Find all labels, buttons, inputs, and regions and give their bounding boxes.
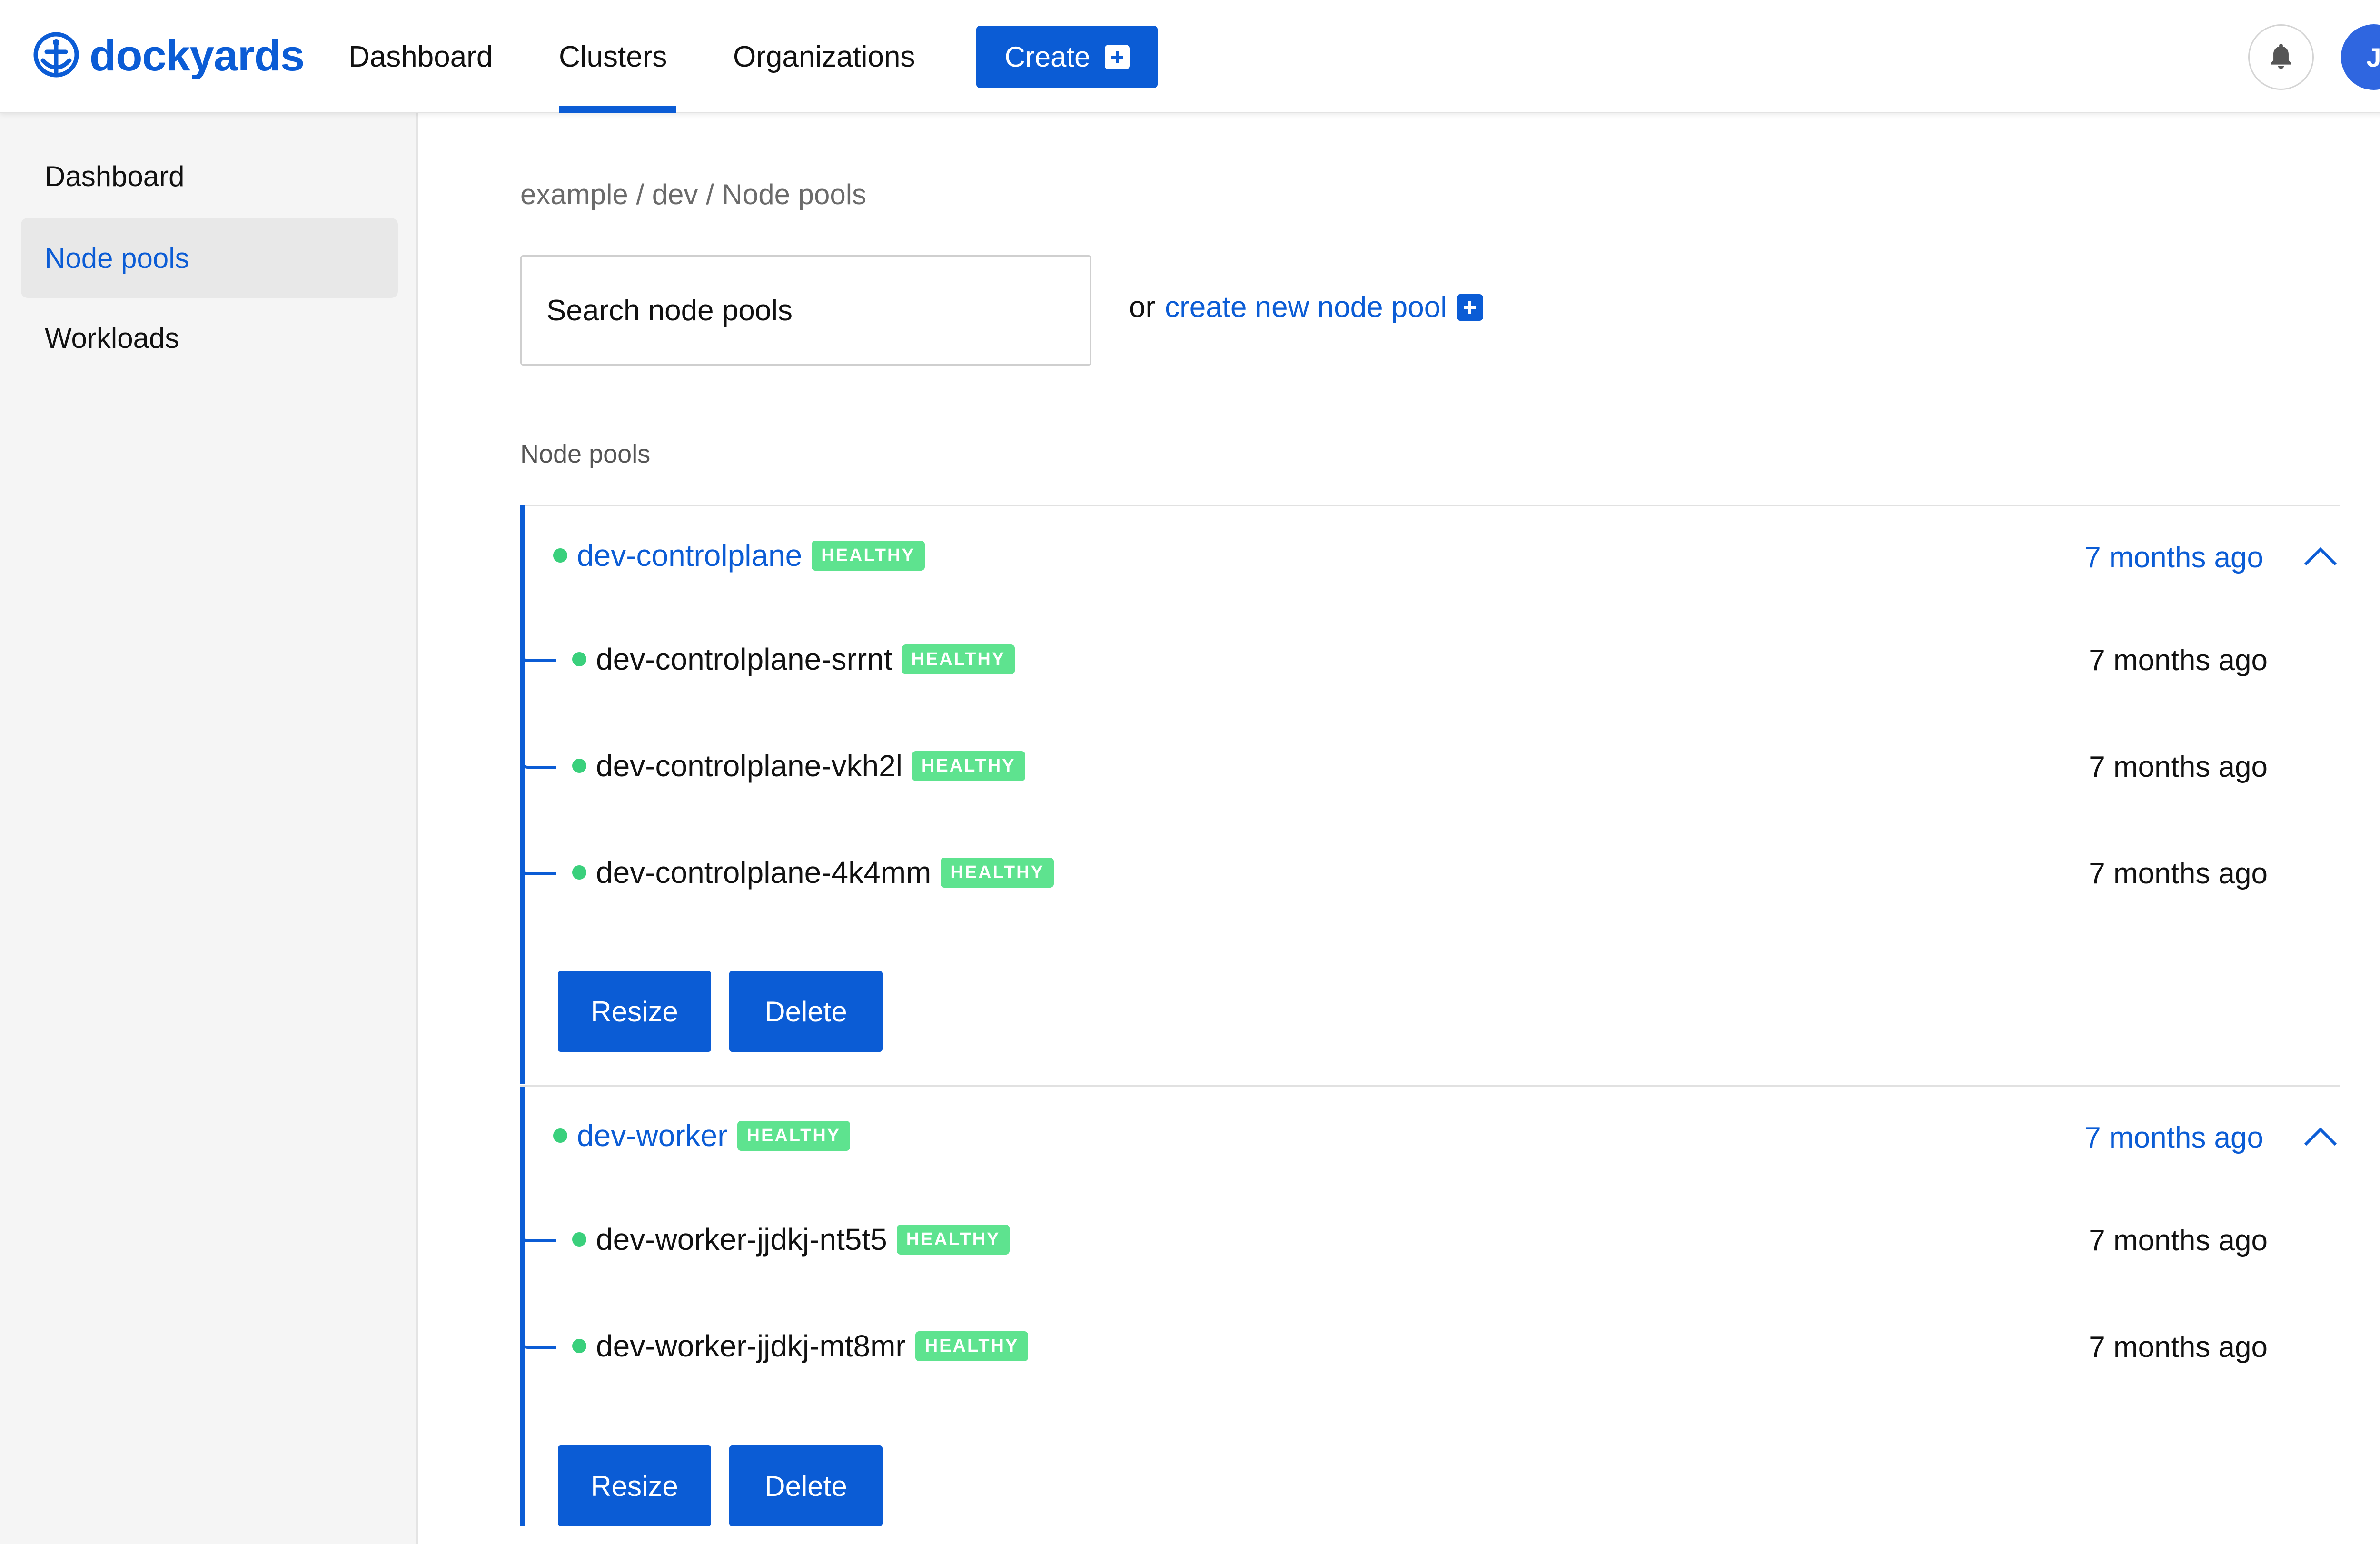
tree-connector [521, 631, 556, 662]
status-badge: HEALTHY [902, 644, 1015, 674]
sidebar-item-workloads[interactable]: Workloads [21, 298, 398, 378]
resize-button[interactable]: Resize [558, 971, 711, 1052]
status-dot [553, 1128, 567, 1143]
node-age: 7 months ago [2089, 751, 2268, 783]
tree-connector [521, 1318, 556, 1349]
node-age: 7 months ago [2089, 1331, 2268, 1364]
node-pool-age[interactable]: 7 months ago [2084, 541, 2263, 574]
node-age: 7 months ago [2089, 1224, 2268, 1257]
node-name: dev-controlplane-vkh2l [596, 749, 902, 783]
status-dot [553, 548, 567, 563]
user-avatar[interactable]: J [2341, 24, 2380, 90]
sidebar-item-dashboard[interactable]: Dashboard [21, 136, 398, 216]
status-badge: HEALTHY [737, 1120, 851, 1151]
section-title: Node pools [520, 440, 651, 468]
delete-button[interactable]: Delete [729, 971, 883, 1052]
logo[interactable]: dockyards [32, 30, 305, 82]
node-row: dev-worker-jjdkj-nt5t5 HEALTHY 7 months … [521, 1211, 2344, 1268]
node-name: dev-controlplane-4k4mm [596, 855, 932, 890]
node-pool-card: dev-controlplane HEALTHY 7 months ago de… [520, 505, 2340, 1084]
create-node-pool-prompt: or create new node pool [1129, 290, 1484, 324]
create-node-pool-link[interactable]: create new node pool [1165, 290, 1447, 324]
bell-icon [2265, 40, 2297, 74]
node-row: dev-worker-jjdkj-mt8mr HEALTHY 7 months … [521, 1318, 2344, 1375]
tree-connector [521, 1211, 556, 1242]
notifications-button[interactable] [2248, 24, 2314, 90]
node-pool-header: dev-controlplane HEALTHY [553, 538, 925, 573]
top-navigation: dockyards Dashboard Clusters Organizatio… [0, 0, 2380, 113]
sidebar-item-node-pools[interactable]: Node pools [21, 218, 398, 298]
nav-clusters[interactable]: Clusters [559, 40, 667, 74]
chevron-up-icon[interactable] [2301, 1118, 2340, 1156]
create-button-label: Create [1004, 41, 1091, 73]
chevron-up-icon[interactable] [2301, 538, 2340, 576]
node-name: dev-controlplane-srrnt [596, 642, 892, 676]
node-row: dev-controlplane-vkh2l HEALTHY 7 months … [521, 738, 2344, 795]
node-name: dev-worker-jjdkj-mt8mr [596, 1329, 906, 1363]
plus-icon[interactable] [1457, 294, 1484, 321]
nav-dashboard[interactable]: Dashboard [348, 40, 493, 74]
status-dot [572, 1339, 586, 1353]
app-name: dockyards [89, 31, 305, 80]
sidebar: Dashboard Node pools Workloads [0, 113, 418, 1544]
nav-organizations[interactable]: Organizations [733, 40, 915, 74]
breadcrumb: example / dev / Node pools [520, 178, 867, 210]
active-tab-indicator [559, 106, 676, 113]
node-name: dev-worker-jjdkj-nt5t5 [596, 1222, 887, 1257]
search-input[interactable] [520, 255, 1091, 366]
node-pool-name[interactable]: dev-worker [577, 1118, 728, 1153]
status-dot [572, 1232, 586, 1247]
create-button[interactable]: Create [976, 26, 1158, 88]
anchor-icon [32, 31, 80, 81]
delete-button[interactable]: Delete [729, 1445, 883, 1526]
tree-connector [521, 844, 556, 875]
status-badge: HEALTHY [941, 857, 1054, 888]
status-badge: HEALTHY [896, 1224, 1010, 1255]
node-row: dev-controlplane-srrnt HEALTHY 7 months … [521, 631, 2344, 688]
status-badge: HEALTHY [912, 751, 1025, 781]
node-age: 7 months ago [2089, 644, 2268, 677]
or-text: or [1129, 291, 1156, 324]
status-badge: HEALTHY [812, 540, 925, 571]
plus-icon [1104, 44, 1130, 69]
tree-connector [521, 738, 556, 769]
node-pool-card: dev-worker HEALTHY 7 months ago dev-work… [520, 1087, 2340, 1526]
node-age: 7 months ago [2089, 857, 2268, 890]
status-dot [572, 865, 586, 880]
status-badge: HEALTHY [915, 1331, 1029, 1361]
node-pool-name[interactable]: dev-controlplane [577, 538, 802, 573]
status-dot [572, 652, 586, 666]
node-pool-age[interactable]: 7 months ago [2084, 1121, 2263, 1155]
resize-button[interactable]: Resize [558, 1445, 711, 1526]
node-row: dev-controlplane-4k4mm HEALTHY 7 months … [521, 844, 2344, 901]
node-pool-header: dev-worker HEALTHY [553, 1118, 851, 1153]
status-dot [572, 759, 586, 773]
